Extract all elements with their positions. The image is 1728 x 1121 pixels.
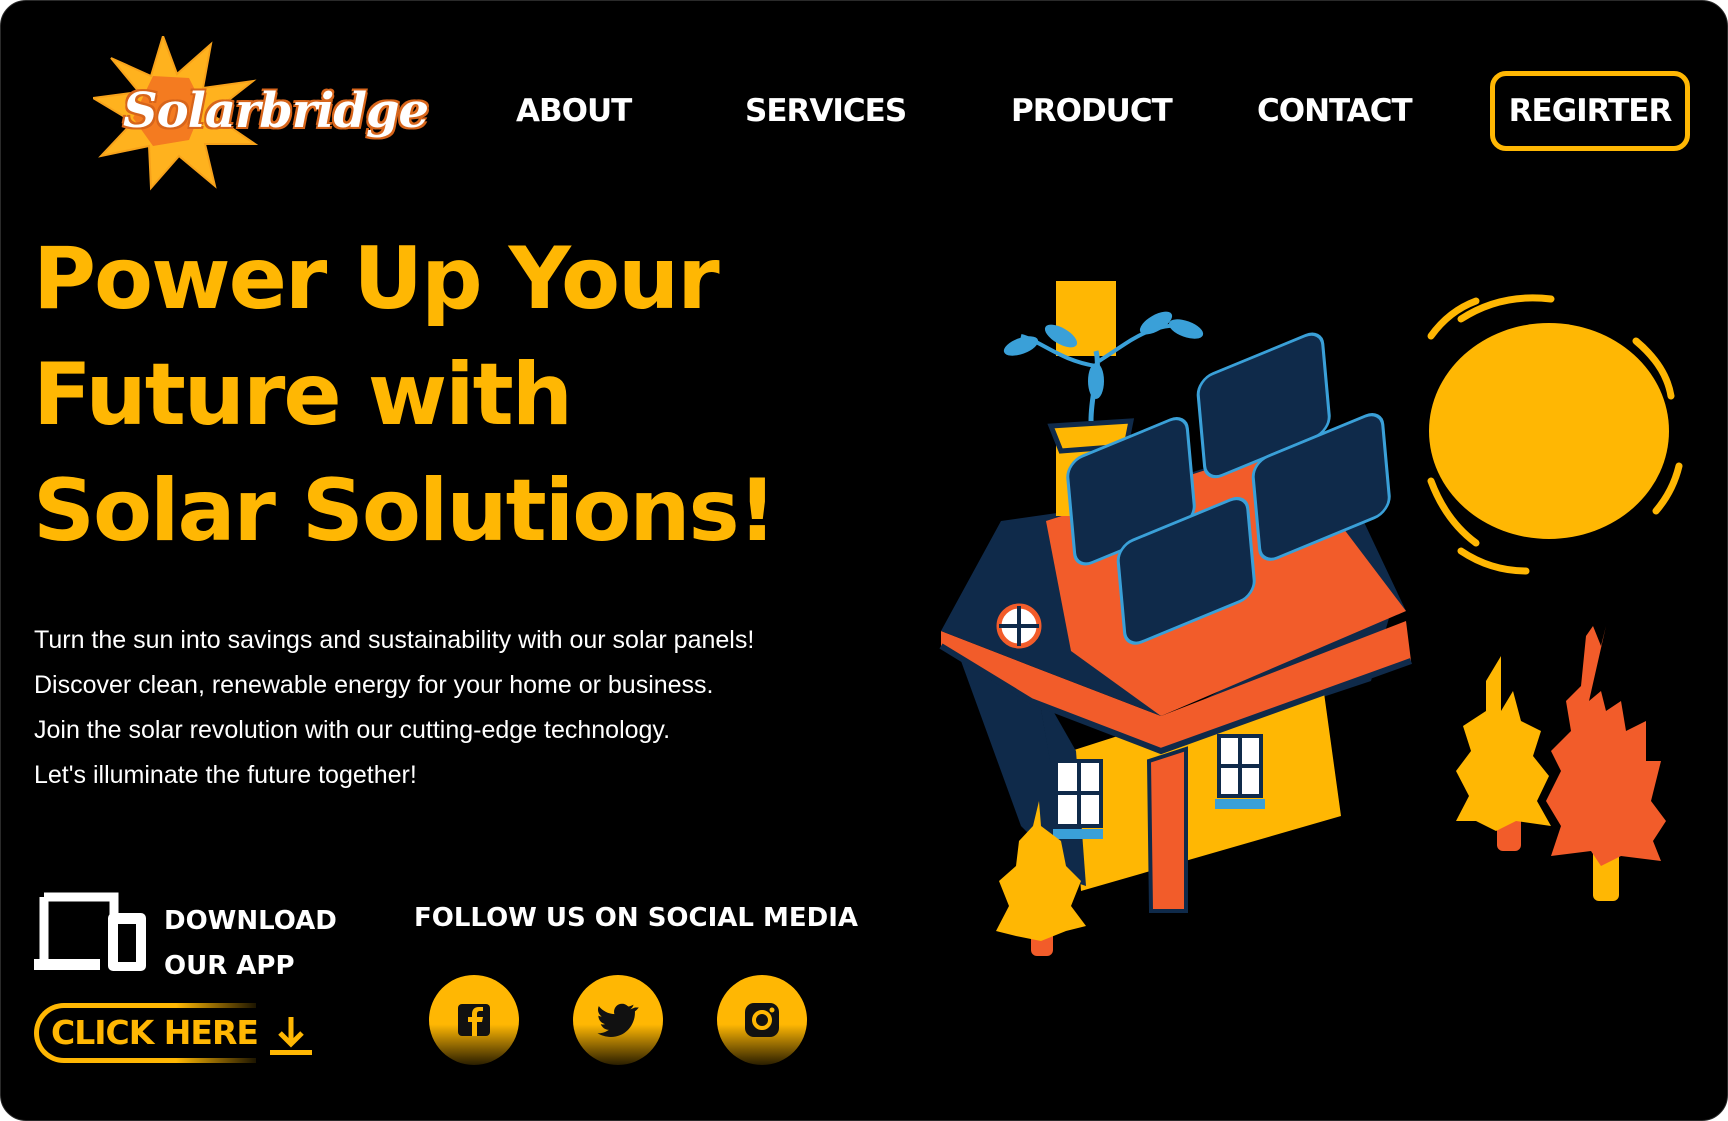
twitter-icon xyxy=(597,1003,639,1037)
house-illustration xyxy=(939,281,1413,913)
logo-wordmark: Solarbridge xyxy=(123,83,429,139)
twitter-button[interactable] xyxy=(573,975,663,1065)
tree-yellow-right xyxy=(1456,656,1551,851)
headline-line-1: Power Up Your xyxy=(33,229,720,329)
nav-about[interactable]: ABOUT xyxy=(516,93,632,129)
facebook-button[interactable] xyxy=(429,975,519,1065)
solar-house-illustration xyxy=(939,281,1683,956)
brand-logo[interactable]: Solarbridge xyxy=(93,36,429,191)
devices-icon xyxy=(34,892,146,971)
headline-line-3: Solar Solutions! xyxy=(33,461,777,561)
description-line-1: Turn the sun into savings and sustainabi… xyxy=(34,626,755,654)
nav-services[interactable]: SERVICES xyxy=(745,93,907,129)
download-label-line-2: OUR APP xyxy=(164,951,295,981)
download-label-line-1: DOWNLOAD xyxy=(164,906,337,936)
facebook-icon xyxy=(458,1004,490,1036)
headline-line-2: Future with xyxy=(33,345,573,445)
description-line-2: Discover clean, renewable energy for you… xyxy=(34,671,714,699)
click-here-label[interactable]: CLICK HERE xyxy=(51,1013,259,1052)
page-frame: Solarbridge ABOUT SERVICES PRODUCT CONTA… xyxy=(0,0,1728,1121)
instagram-button[interactable] xyxy=(717,975,807,1065)
nav-product[interactable]: PRODUCT xyxy=(1011,93,1173,129)
description-line-3: Join the solar revolution with our cutti… xyxy=(34,716,671,744)
hero-description: Turn the sun into savings and sustainabi… xyxy=(34,618,754,798)
instagram-icon xyxy=(745,1003,779,1037)
hero-headline: Power Up Your Future with Solar Solution… xyxy=(33,221,777,569)
download-arrow-icon[interactable] xyxy=(267,1013,315,1058)
social-title: FOLLOW US ON SOCIAL MEDIA xyxy=(414,903,859,933)
register-button[interactable]: REGIRTER xyxy=(1490,71,1690,151)
nav-contact[interactable]: CONTACT xyxy=(1257,93,1413,129)
tree-orange xyxy=(1546,626,1666,901)
sun-illustration xyxy=(1427,294,1683,575)
description-line-4: Let's illuminate the future together! xyxy=(34,761,417,789)
download-app-label: DOWNLOAD OUR APP xyxy=(164,899,337,989)
